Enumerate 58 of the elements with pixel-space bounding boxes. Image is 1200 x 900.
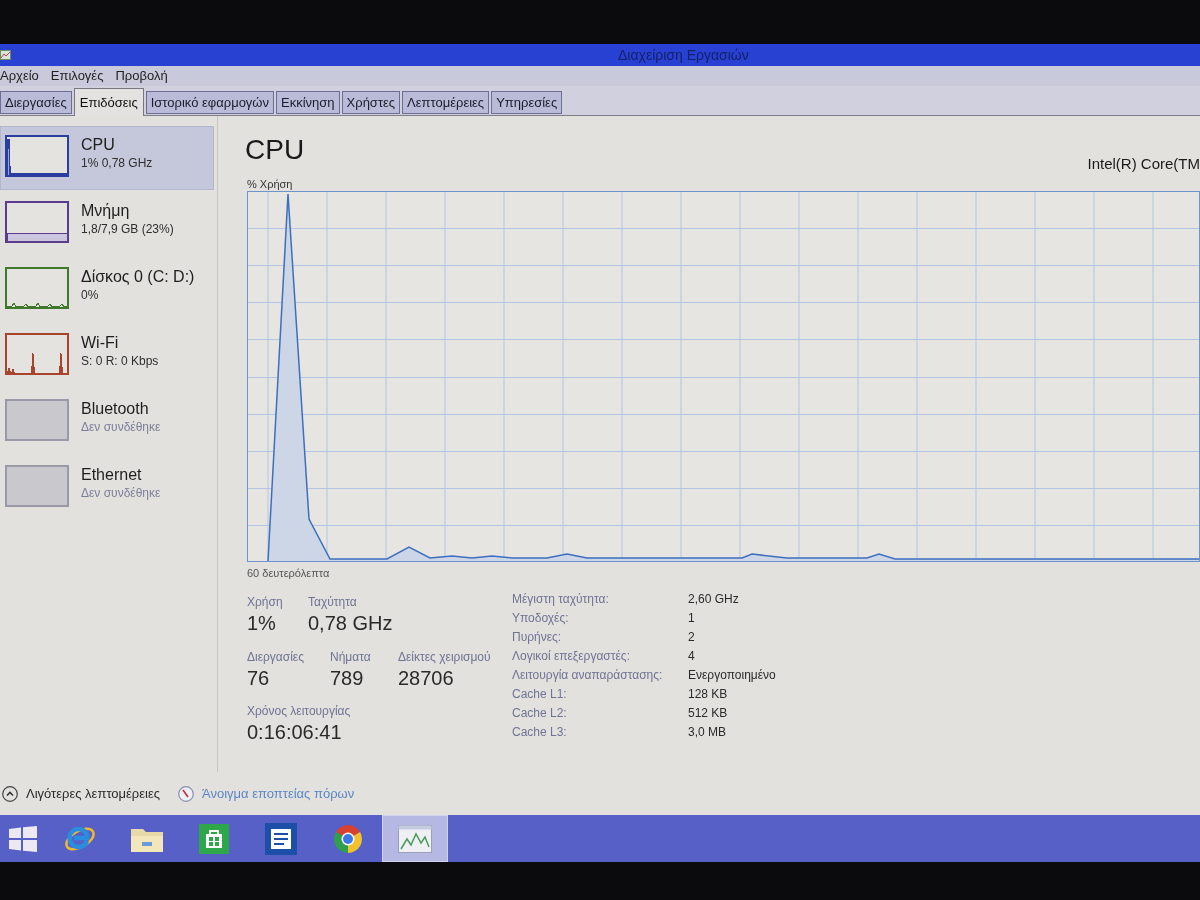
detail-value: 4 <box>688 648 695 665</box>
detail-value: 3,0 MB <box>688 724 726 741</box>
segmented-circle-icon <box>332 822 364 855</box>
stat-label: Ταχύτητα <box>308 594 357 610</box>
stat-value: 1% <box>247 611 276 636</box>
axis-label: 60 δευτερόλεπτα <box>247 566 330 580</box>
detail-label: Υποδοχές: <box>512 610 570 627</box>
stat-label: Χρόνος λειτουργίας <box>247 703 351 719</box>
line-chart-icon <box>0 50 11 60</box>
detail-label: Πυρήνες: <box>512 629 563 646</box>
axis-label: % Χρήση <box>247 177 293 191</box>
stat-value: 0:16:06:41 <box>247 720 342 745</box>
sidebar-item[interactable]: Μνήμη 1,8/7,9 GB (23%) <box>0 192 214 256</box>
stat-value: 789 <box>330 666 364 691</box>
panel-title: CPU <box>245 134 305 166</box>
detail-label: Λειτουργία αναπαράστασης: <box>512 667 664 684</box>
detail-label: Cache L2: <box>512 705 568 722</box>
sidebar-item[interactable]: CPU 1% 0,78 GHz <box>0 126 214 190</box>
detail-value: Ενεργοποιημένο <box>688 667 776 684</box>
tab[interactable]: Χρήστες <box>341 91 401 114</box>
sidebar-item[interactable]: Δίσκος 0 (C: D:) 0% <box>0 258 214 322</box>
stat-label: Νήματα <box>330 649 371 665</box>
detail-value: 2 <box>688 629 695 646</box>
detail-label: Cache L1: <box>512 686 568 703</box>
chevron-up-icon <box>2 785 18 802</box>
grid-logo-icon <box>9 825 37 852</box>
sidebar-item[interactable]: Bluetooth Δεν συνδέθηκε <box>0 390 214 454</box>
stat-label: Δείκτες χειρισμού <box>398 649 491 665</box>
detail-value: 1 <box>688 610 695 627</box>
detail-label: Cache L3: <box>512 724 568 741</box>
tab[interactable]: Διεργασίες <box>0 91 72 114</box>
shopping-bag-icon <box>199 823 229 854</box>
stat-value: 76 <box>247 666 270 691</box>
detail-value: 512 KB <box>688 705 728 722</box>
graph-window-icon <box>398 824 432 853</box>
stat-label: Χρήση <box>247 594 283 610</box>
sidebar-item[interactable]: Ethernet Δεν συνδέθηκε <box>0 456 214 520</box>
window-title: Διαχείριση Εργασιών <box>618 46 749 64</box>
tab[interactable]: Λεπτομέρειες <box>402 91 490 114</box>
detail-label: Λογικοί επεξεργαστές: <box>512 648 631 665</box>
sidebar-item[interactable]: Wi-Fi S: 0 R: 0 Kbps <box>0 324 214 388</box>
tab[interactable]: Υπηρεσίες <box>491 91 563 114</box>
stat-label: Διεργασίες <box>247 649 304 665</box>
menu-item[interactable]: Επιλογές <box>50 67 104 85</box>
detail-value: 2,60 GHz <box>688 591 739 608</box>
gauge-icon <box>178 785 194 802</box>
detail-value: 128 KB <box>688 686 728 703</box>
tab[interactable]: Εκκίνηση <box>276 91 340 114</box>
menu-item[interactable]: Αρχείο <box>0 67 39 85</box>
fewer-details-button[interactable]: Λιγότερες λεπτομέρειες <box>2 785 160 802</box>
tab[interactable]: Επιδόσεις <box>73 88 144 116</box>
tab[interactable]: Ιστορικό εφαρμογών <box>145 91 274 114</box>
menu-item[interactable]: Προβολή <box>115 67 168 85</box>
processor-name: Intel(R) Core(TM <box>1087 155 1200 173</box>
document-tile-icon <box>265 822 297 855</box>
stat-value: 0,78 GHz <box>308 611 393 636</box>
stat-value: 28706 <box>398 666 454 691</box>
detail-label: Μέγιστη ταχύτητα: <box>512 591 610 608</box>
